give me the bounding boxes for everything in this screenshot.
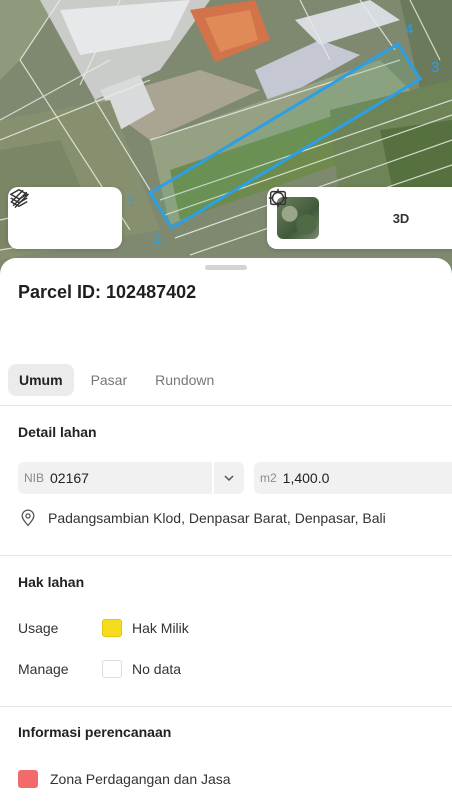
section-divider — [0, 555, 452, 556]
expand-icon — [269, 190, 287, 206]
area-unit-prefix: m2 — [260, 471, 277, 485]
hak-row-manage: Manage No data — [18, 660, 181, 678]
detail-tabs: Umum Pasar Rundown — [8, 364, 225, 396]
area-field[interactable]: m2 1,400.0 — [254, 462, 452, 494]
address-text: Padangsambian Klod, Denpasar Barat, Denp… — [48, 510, 386, 526]
nib-dropdown-button[interactable] — [212, 462, 244, 494]
parcel-title: Parcel ID: 102487402 — [18, 282, 197, 302]
area-value: 1,400.0 — [282, 470, 330, 486]
section-title-perencanaan: Informasi perencanaan — [18, 724, 172, 740]
ruler-icon — [10, 189, 29, 208]
locate-button[interactable] — [268, 188, 369, 238]
section-divider — [0, 706, 452, 707]
vertex-label-4: 4 — [405, 21, 414, 38]
chevron-down-icon — [224, 475, 234, 482]
location-pin-icon — [21, 509, 35, 527]
3d-button[interactable]: 3D — [381, 198, 421, 238]
tab-umum[interactable]: Umum — [8, 364, 74, 396]
usage-value: Hak Milik — [132, 620, 189, 636]
nib-value: 02167 — [50, 470, 89, 486]
map-tools-right: 3D — [267, 187, 452, 249]
zone-row: Zona Perdagangan dan Jasa — [18, 770, 231, 788]
vertex-label-2: 2 — [153, 230, 162, 247]
fullscreen-button[interactable] — [269, 190, 452, 238]
tab-pasar[interactable]: Pasar — [80, 364, 139, 396]
3d-label: 3D — [392, 210, 410, 226]
vertex-label-3: 3 — [431, 59, 440, 76]
usage-color-swatch — [102, 619, 122, 637]
manage-color-swatch — [102, 660, 122, 678]
map-view[interactable]: 1 2 3 4 3D — [0, 0, 452, 275]
zone-color-swatch — [18, 770, 38, 788]
tab-rundown[interactable]: Rundown — [144, 364, 225, 396]
map-tools-left — [8, 187, 122, 249]
hak-row-usage: Usage Hak Milik — [18, 619, 189, 637]
parcel-detail-sheet: Parcel ID: 102487402 Umum Pasar Rundown … — [0, 258, 452, 804]
vertex-label-1: 1 — [127, 193, 136, 210]
manage-value: No data — [132, 661, 182, 677]
measure-button[interactable] — [10, 189, 109, 238]
address-row: Padangsambian Klod, Denpasar Barat, Denp… — [18, 508, 386, 528]
nib-prefix: NIB — [24, 471, 45, 485]
section-title-detail-lahan: Detail lahan — [18, 424, 97, 440]
section-title-hak-lahan: Hak lahan — [18, 574, 85, 590]
nib-field[interactable]: NIB 02167 — [18, 462, 244, 494]
sheet-drag-handle[interactable] — [205, 265, 247, 270]
tab-divider — [0, 405, 452, 406]
usage-label: Usage — [18, 620, 59, 636]
zone-label: Zona Perdagangan dan Jasa — [50, 771, 231, 787]
manage-label: Manage — [18, 661, 69, 677]
